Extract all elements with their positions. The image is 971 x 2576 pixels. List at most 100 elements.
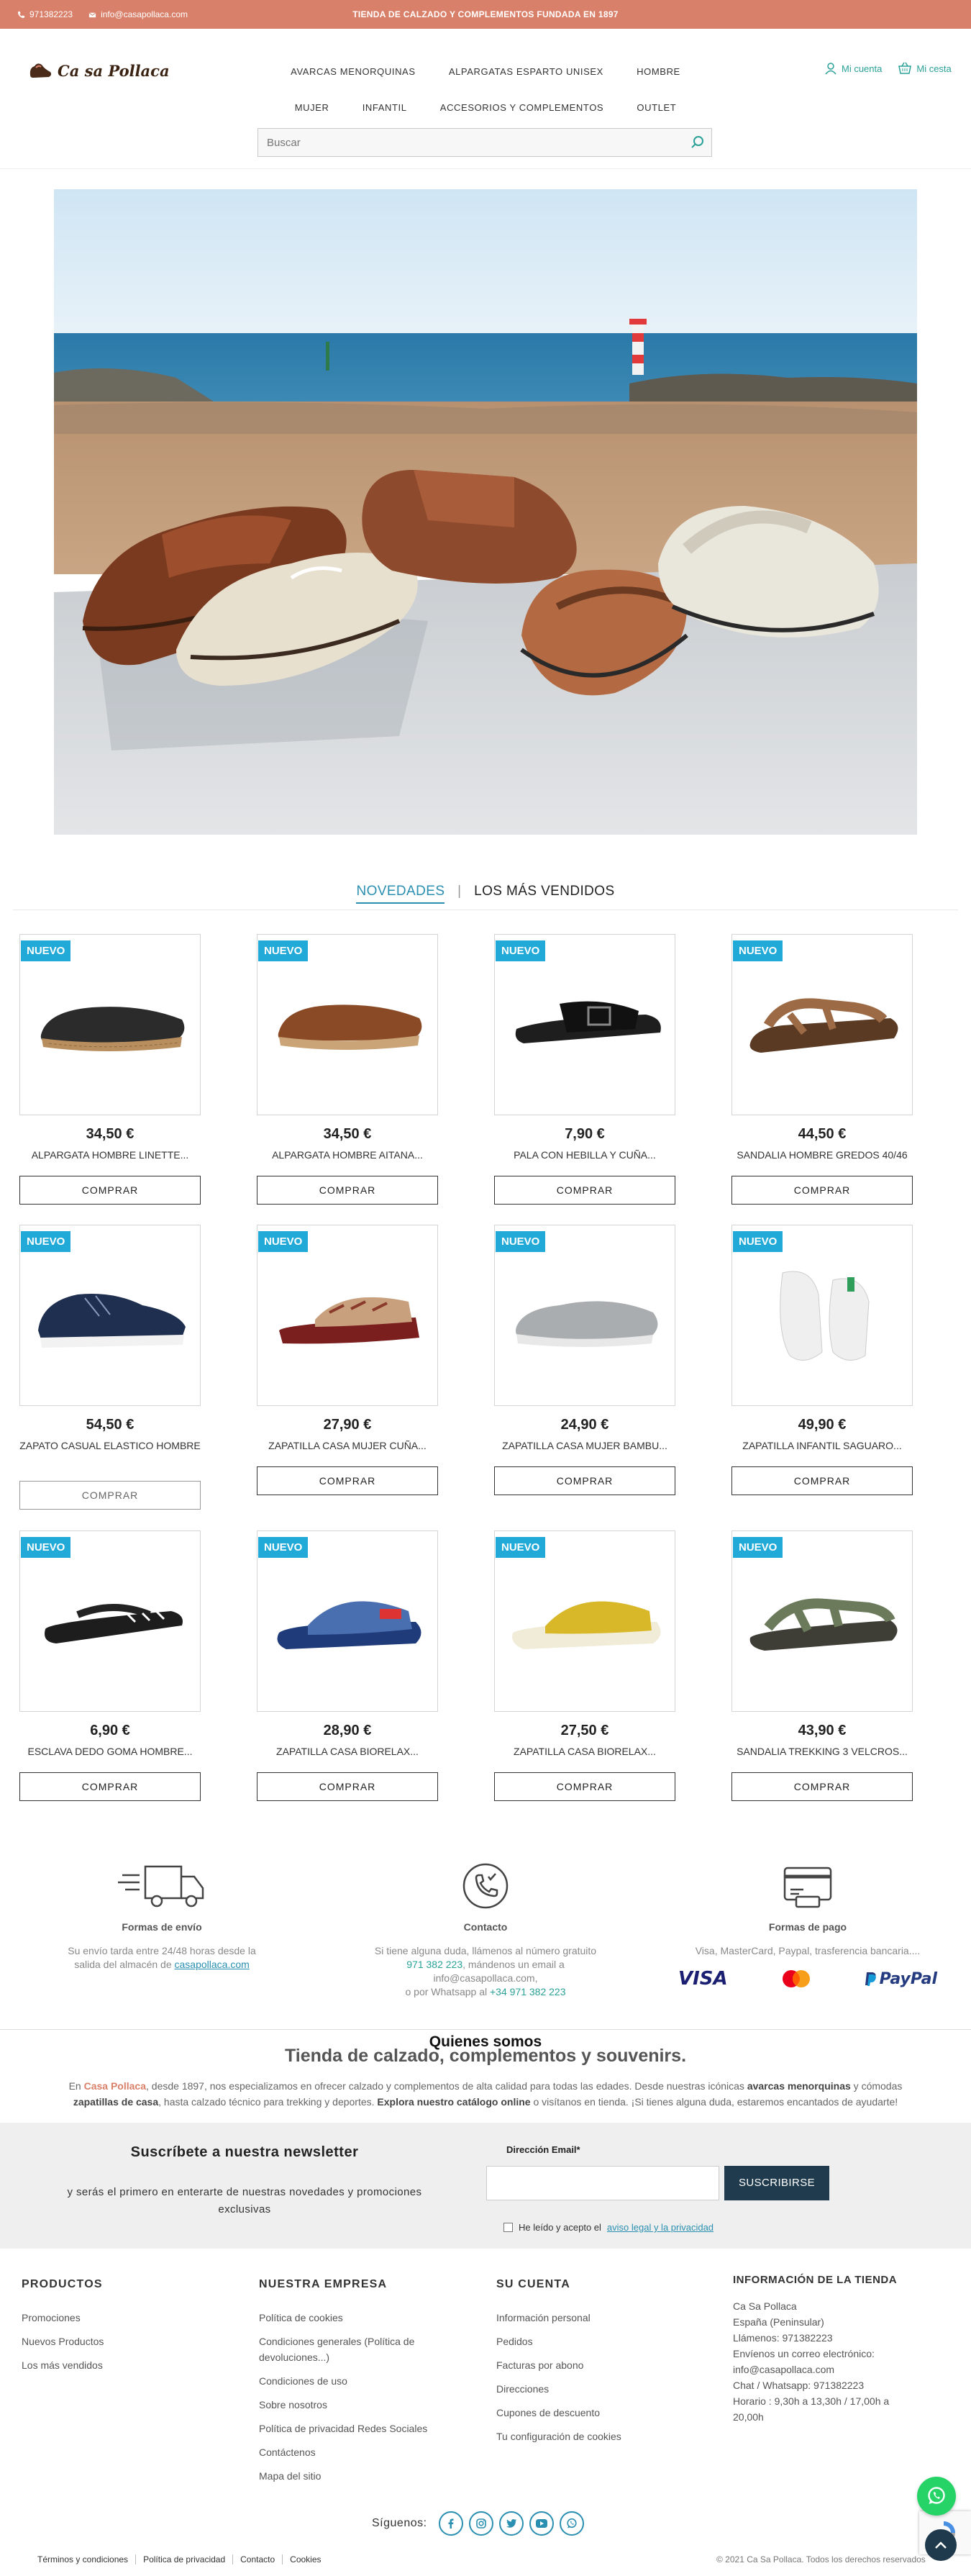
- consent-row: He leído y acepto el aviso legal y la pr…: [503, 2222, 714, 2233]
- truck-icon: [118, 1865, 204, 1908]
- footer-link[interactable]: Cupones de descuento: [496, 2405, 690, 2421]
- my-account-link[interactable]: Mi cuenta: [824, 62, 882, 75]
- product-name[interactable]: ZAPATILLA CASA MUJER CUÑA...: [257, 1438, 438, 1453]
- subscribe-button[interactable]: SUSCRIBIRSE: [724, 2166, 829, 2200]
- facebook-icon[interactable]: [438, 2511, 463, 2536]
- product-name[interactable]: ESCLAVA DEDO GOMA HOMBRE...: [19, 1744, 201, 1759]
- main-nav-row1: AVARCAS MENORQUINAS ALPARGATAS ESPARTO U…: [259, 66, 712, 77]
- my-cart-link[interactable]: Mi cesta: [898, 62, 952, 75]
- search-input[interactable]: [258, 129, 675, 156]
- footer-link[interactable]: Condiciones de uso: [259, 2373, 453, 2389]
- product-name[interactable]: ZAPATILLA CASA BIORELAX...: [494, 1744, 675, 1759]
- top-bar: 971382223 info@casapollaca.com TIENDA DE…: [0, 0, 971, 29]
- shipping-line1: Su envío tarda entre 24/48 horas desde l…: [68, 1945, 256, 1956]
- buy-button[interactable]: COMPRAR: [19, 1176, 201, 1205]
- shipping-link[interactable]: casapollaca.com: [175, 1959, 250, 1970]
- nav-accesorios[interactable]: ACCESORIOS Y COMPLEMENTOS: [440, 102, 603, 113]
- legal-link[interactable]: Cookies: [282, 2554, 328, 2564]
- consent-checkbox[interactable]: [503, 2223, 513, 2232]
- product-price: 34,50 €: [323, 1126, 372, 1142]
- footer-link[interactable]: Nuevos Productos: [22, 2334, 216, 2349]
- logo-text: Ca sa Pollaca: [58, 61, 170, 80]
- nav-infantil[interactable]: INFANTIL: [363, 102, 407, 113]
- footer-link[interactable]: Condiciones generales (Política de devol…: [259, 2334, 453, 2365]
- buy-button[interactable]: COMPRAR: [19, 1481, 201, 1510]
- payment-desc: Visa, MasterCard, Paypal, trasferencia b…: [695, 1945, 921, 1956]
- buy-button[interactable]: COMPRAR: [731, 1772, 913, 1801]
- footer-link[interactable]: Promociones: [22, 2310, 216, 2326]
- shipping-desc: Su envío tarda entre 24/48 horas desde l…: [32, 1944, 291, 1972]
- footer-link[interactable]: Mapa del sitio: [259, 2468, 453, 2484]
- store-line: 20,00h: [733, 2411, 764, 2423]
- footer-link[interactable]: Pedidos: [496, 2334, 690, 2349]
- buy-button[interactable]: COMPRAR: [731, 1176, 913, 1205]
- footer-link[interactable]: Direcciones: [496, 2381, 690, 2397]
- tab-novedades[interactable]: NOVEDADES: [356, 884, 445, 904]
- nav-alpargatas[interactable]: ALPARGATAS ESPARTO UNISEX: [449, 66, 603, 77]
- product-name[interactable]: PALA CON HEBILLA Y CUÑA...: [494, 1148, 675, 1162]
- consent-link[interactable]: aviso legal y la privacidad: [607, 2222, 714, 2233]
- product-price: 34,50 €: [86, 1126, 135, 1142]
- store-info-title: INFORMACIÓN DE LA TIENDA: [733, 2274, 898, 2286]
- shipping-title: Formas de envío: [122, 1921, 202, 1933]
- newsletter-email-field[interactable]: [486, 2166, 719, 2200]
- nav-hombre[interactable]: HOMBRE: [637, 66, 680, 77]
- footer-link[interactable]: Contáctenos: [259, 2444, 453, 2460]
- tab-mas-vendidos[interactable]: LOS MÁS VENDIDOS: [474, 884, 614, 902]
- legal-link[interactable]: Términos y condiciones: [37, 2554, 135, 2564]
- site-logo[interactable]: Ca sa Pollaca: [27, 59, 170, 82]
- black-wedge-slide-icon: [515, 1001, 661, 1043]
- buy-button[interactable]: COMPRAR: [257, 1466, 438, 1495]
- contact-phone-link[interactable]: 971 382 223: [406, 1959, 462, 1970]
- buy-button[interactable]: COMPRAR: [257, 1772, 438, 1801]
- store-line: info@casapollaca.com: [733, 2364, 835, 2375]
- twitter-icon[interactable]: [498, 2511, 524, 2536]
- buy-button[interactable]: COMPRAR: [731, 1466, 913, 1495]
- instagram-icon[interactable]: [468, 2511, 493, 2536]
- footer-link[interactable]: Facturas por abono: [496, 2357, 690, 2373]
- nav-outlet[interactable]: OUTLET: [637, 102, 676, 113]
- buy-button[interactable]: COMPRAR: [494, 1466, 675, 1495]
- product-name[interactable]: ALPARGATA HOMBRE LINETTE...: [19, 1148, 201, 1162]
- store-line: España (Peninsular): [733, 2316, 824, 2328]
- footer-link[interactable]: Los más vendidos: [22, 2357, 216, 2373]
- nav-mujer[interactable]: MUJER: [295, 102, 329, 113]
- footer-link[interactable]: Política de privacidad Redes Sociales: [259, 2421, 453, 2436]
- buy-button[interactable]: COMPRAR: [257, 1176, 438, 1205]
- footer-link[interactable]: Sobre nosotros: [259, 2397, 453, 2413]
- paypal-text: PayPal: [879, 1969, 937, 1988]
- buy-button[interactable]: COMPRAR: [19, 1772, 201, 1801]
- about-text-3: y cómodas: [850, 2080, 903, 2092]
- product-name[interactable]: SANDALIA HOMBRE GREDOS 40/46: [731, 1148, 913, 1162]
- whatsapp-icon[interactable]: [559, 2511, 584, 2536]
- hero-image: [54, 189, 917, 835]
- whatsapp-chat-button[interactable]: [917, 2477, 956, 2516]
- brown-espadrille-icon: [278, 1004, 422, 1050]
- basket-icon: [898, 62, 912, 74]
- product-name[interactable]: ALPARGATA HOMBRE AITANA...: [257, 1148, 438, 1162]
- legal-link[interactable]: Política de privacidad: [135, 2554, 232, 2564]
- white-kids-shoe-icon: [780, 1271, 870, 1361]
- buy-button[interactable]: COMPRAR: [494, 1772, 675, 1801]
- buy-button[interactable]: COMPRAR: [494, 1176, 675, 1205]
- product-price: 6,90 €: [90, 1723, 130, 1738]
- nav-avarcas[interactable]: AVARCAS MENORQUINAS: [291, 66, 415, 77]
- about-bold-zapatillas: zapatillas de casa: [73, 2096, 159, 2108]
- footer-link[interactable]: Política de cookies: [259, 2310, 453, 2326]
- footer-link[interactable]: Información personal: [496, 2310, 690, 2326]
- product-name[interactable]: ZAPATILLA CASA BIORELAX...: [257, 1744, 438, 1759]
- product-name[interactable]: ZAPATILLA INFANTIL SAGUARO...: [731, 1438, 913, 1453]
- contact-whatsapp-link[interactable]: +34 971 382 223: [490, 1986, 566, 1997]
- new-badge: NUEVO: [496, 1231, 546, 1252]
- footer-link[interactable]: Tu configuración de cookies: [496, 2428, 690, 2444]
- shipping-info: Formas de envío Su envío tarda entre 24/…: [32, 1861, 291, 1972]
- product-name[interactable]: ZAPATO CASUAL ELASTICO HOMBRE: [19, 1438, 201, 1453]
- search-icon[interactable]: [690, 135, 706, 150]
- hero-banner[interactable]: [54, 189, 917, 835]
- youtube-icon[interactable]: [529, 2511, 554, 2536]
- product-name[interactable]: SANDALIA TREKKING 3 VELCROS...: [731, 1744, 913, 1759]
- back-to-top-button[interactable]: [925, 2529, 957, 2561]
- legal-link[interactable]: Contacto: [232, 2554, 282, 2564]
- product-name[interactable]: ZAPATILLA CASA MUJER BAMBU...: [494, 1438, 675, 1453]
- green-sandal-icon: [749, 1598, 898, 1651]
